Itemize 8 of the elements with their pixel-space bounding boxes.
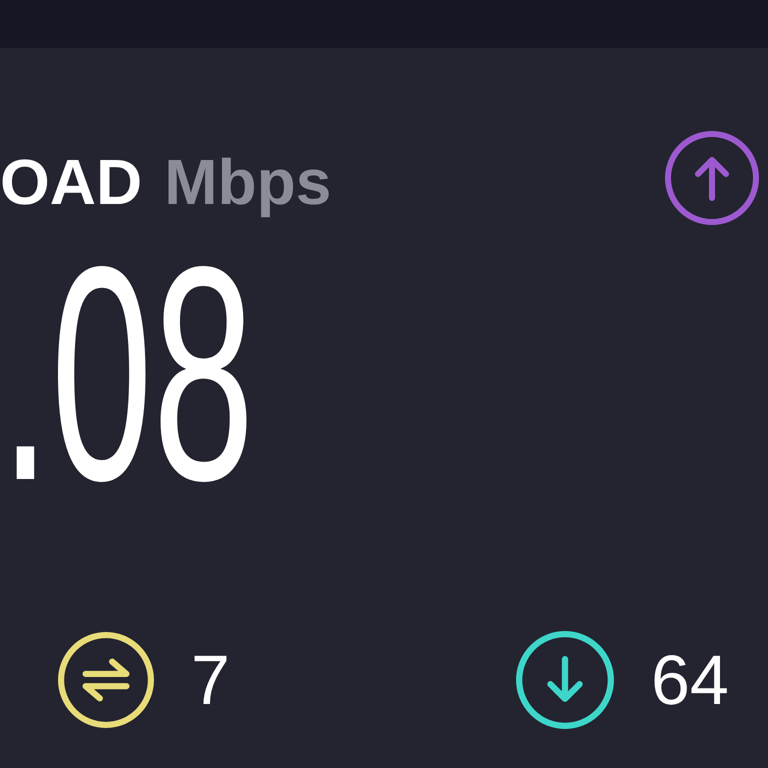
upload-icon: [664, 130, 760, 226]
ping-icon: [57, 631, 155, 729]
unit-label: Mbps: [164, 145, 332, 219]
download-value: 64: [650, 640, 729, 720]
upload-label: OAD: [0, 145, 142, 219]
download-icon: [514, 630, 615, 730]
ping-value: 7: [191, 640, 230, 720]
upload-speed-value: .08: [0, 224, 254, 524]
